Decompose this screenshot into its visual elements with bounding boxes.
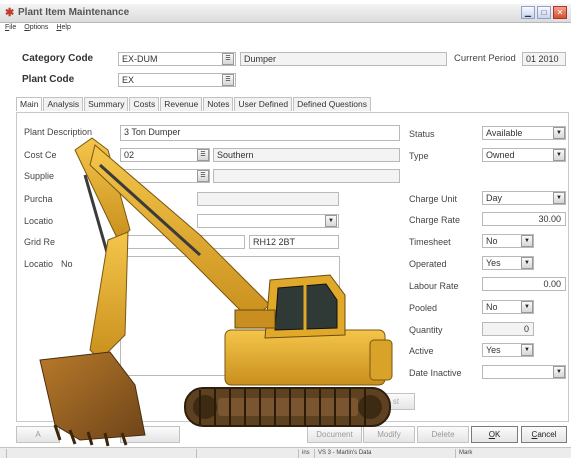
purchase-label: Purcha [24,194,53,204]
plant-code-label: Plant Code [22,74,75,85]
charge-unit-label: Charge Unit [409,194,458,204]
left-blank-button[interactable] [120,426,180,443]
minimize-button[interactable]: ▁ [521,6,535,19]
cost-centre-lookup-icon[interactable]: ☰ [197,149,209,161]
pooled-label: Pooled [409,303,438,313]
tab-user-defined[interactable]: User Defined [234,97,293,111]
cancel-button[interactable]: Cancel [521,426,567,443]
active-dropdown-icon[interactable]: ▼ [521,344,533,356]
current-period-field: 01 2010 [522,52,566,66]
close-button[interactable]: ✕ [553,6,567,19]
plant-description-label: Plant Description [24,127,93,137]
labour-rate-label: Labour Rate [409,281,459,291]
quantity-field: 0 [482,322,534,336]
location-notes-label: Locatio No [24,259,73,269]
supplier-label: Supplie [24,171,55,181]
location-field[interactable] [197,214,339,228]
cost-centre-description-field: Southern [213,148,400,162]
category-code-field[interactable]: EX-DUM [118,52,236,66]
quantity-label: Quantity [409,325,443,335]
status-user: Mark [455,449,571,458]
category-code-label: Category Code [22,53,94,64]
tab-main[interactable]: Main [16,97,43,111]
plant-item-maintenance-window: ✱ Plant Item Maintenance ▁ □ ✕ File Opti… [0,0,571,458]
tab-revenue[interactable]: Revenue [160,97,203,111]
menu-file[interactable]: File [5,24,16,36]
document-button[interactable]: Document [307,426,362,443]
tab-defined-questions[interactable]: Defined Questions [293,97,371,111]
grid-reference-label: Grid Re [24,237,56,247]
tab-bar: Main Analysis Summary Costs Revenue Note… [16,97,372,112]
timesheet-dropdown-icon[interactable]: ▼ [521,235,533,247]
type-dropdown-icon[interactable]: ▼ [553,149,565,161]
postcode-field[interactable]: RH12 2BT [249,235,339,249]
window-title: Plant Item Maintenance [18,7,130,18]
delete-button[interactable]: Delete [417,426,469,443]
category-description-field: Dumper [240,52,447,66]
status-ins: ins [298,449,313,458]
status-panel-1 [6,449,196,458]
date-inactive-dropdown-icon[interactable]: ▼ [553,366,565,378]
header-section: Category Code EX-DUM ☰ Dumper Current Pe… [12,45,566,93]
tab-summary[interactable]: Summary [84,97,129,111]
grid-reference-field[interactable] [120,235,245,249]
tab-analysis[interactable]: Analysis [43,97,84,111]
pooled-dropdown-icon[interactable]: ▼ [521,301,533,313]
charge-unit-dropdown-icon[interactable]: ▼ [553,192,565,204]
charge-rate-label: Charge Rate [409,215,461,225]
plant-description-field[interactable]: 3 Ton Dumper [120,125,400,141]
app-icon: ✱ [5,7,15,19]
menu-bar: File Options Help [0,24,71,36]
timesheet-label: Timesheet [409,237,451,247]
plant-code-field[interactable]: EX [118,73,236,87]
category-code-lookup-icon[interactable]: ☰ [222,53,234,65]
purchase-field[interactable] [197,192,339,206]
location-dropdown-icon[interactable]: ▼ [325,215,337,227]
main-tab-panel: Plant Description 3 Ton Dumper Cost Ce 0… [16,112,569,422]
ok-button[interactable]: OK [471,426,518,443]
operated-label: Operated [409,259,447,269]
charge-rate-field[interactable]: 30.00 [482,212,566,226]
location-notes-textarea[interactable] [120,256,340,376]
tab-costs[interactable]: Costs [129,97,160,111]
maximize-button[interactable]: □ [537,6,551,19]
cost-centre-label: Cost Ce [24,150,57,160]
supplier-lookup-icon[interactable]: ☰ [197,170,209,182]
modify-button[interactable]: Modify [363,426,415,443]
location-label: Locatio [24,216,54,226]
supplier-description-field [213,169,400,183]
status-panel-2 [196,449,296,458]
menu-options[interactable]: Options [24,24,48,36]
a-button[interactable]: A [16,426,60,443]
plant-code-lookup-icon[interactable]: ☰ [222,74,234,86]
menu-help[interactable]: Help [56,24,70,36]
labour-rate-field[interactable]: 0.00 [482,277,566,291]
tab-notes[interactable]: Notes [203,97,234,111]
title-bar: ✱ Plant Item Maintenance ▁ □ ✕ [0,4,571,23]
current-period-label: Current Period [454,53,516,64]
status-bar: ins VS 3 - Martin's Data Mark [0,447,571,458]
active-label: Active [409,346,434,356]
type-label: Type [409,151,429,161]
list-button[interactable]: st [377,393,415,410]
status-dropdown-icon[interactable]: ▼ [553,127,565,139]
status-database: VS 3 - Martin's Data [314,449,454,458]
date-inactive-label: Date Inactive [409,368,462,378]
operated-dropdown-icon[interactable]: ▼ [521,257,533,269]
status-label: Status [409,129,435,139]
